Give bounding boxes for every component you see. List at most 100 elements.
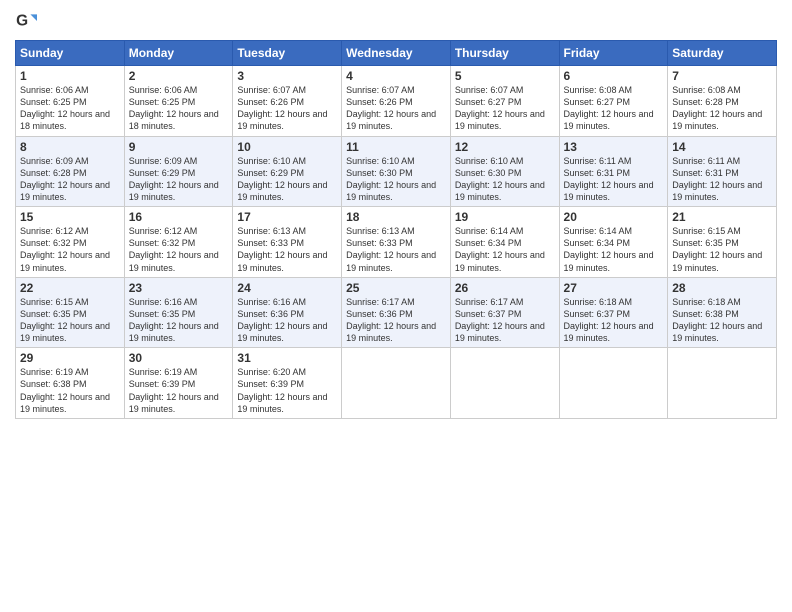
day-number: 22 <box>20 281 120 295</box>
day-info: Sunrise: 6:14 AMSunset: 6:34 PMDaylight:… <box>455 226 545 272</box>
day-info: Sunrise: 6:18 AMSunset: 6:37 PMDaylight:… <box>564 297 654 343</box>
day-info: Sunrise: 6:09 AMSunset: 6:29 PMDaylight:… <box>129 156 219 202</box>
calendar-header-row: SundayMondayTuesdayWednesdayThursdayFrid… <box>16 41 777 66</box>
day-number: 15 <box>20 210 120 224</box>
day-number: 28 <box>672 281 772 295</box>
calendar-cell: 2 Sunrise: 6:06 AMSunset: 6:25 PMDayligh… <box>124 66 233 137</box>
weekday-header-sunday: Sunday <box>16 41 125 66</box>
weekday-header-wednesday: Wednesday <box>342 41 451 66</box>
calendar-cell: 15 Sunrise: 6:12 AMSunset: 6:32 PMDaylig… <box>16 207 125 278</box>
day-number: 6 <box>564 69 664 83</box>
calendar-cell: 20 Sunrise: 6:14 AMSunset: 6:34 PMDaylig… <box>559 207 668 278</box>
calendar-cell: 27 Sunrise: 6:18 AMSunset: 6:37 PMDaylig… <box>559 277 668 348</box>
day-number: 16 <box>129 210 229 224</box>
weekday-header-monday: Monday <box>124 41 233 66</box>
day-number: 27 <box>564 281 664 295</box>
day-number: 3 <box>237 69 337 83</box>
day-number: 20 <box>564 210 664 224</box>
day-info: Sunrise: 6:10 AMSunset: 6:30 PMDaylight:… <box>455 156 545 202</box>
calendar-cell: 29 Sunrise: 6:19 AMSunset: 6:38 PMDaylig… <box>16 348 125 419</box>
weekday-header-friday: Friday <box>559 41 668 66</box>
day-number: 18 <box>346 210 446 224</box>
day-number: 13 <box>564 140 664 154</box>
day-number: 9 <box>129 140 229 154</box>
calendar-cell: 17 Sunrise: 6:13 AMSunset: 6:33 PMDaylig… <box>233 207 342 278</box>
day-info: Sunrise: 6:15 AMSunset: 6:35 PMDaylight:… <box>20 297 110 343</box>
calendar-cell <box>668 348 777 419</box>
day-number: 24 <box>237 281 337 295</box>
calendar-cell: 1 Sunrise: 6:06 AMSunset: 6:25 PMDayligh… <box>16 66 125 137</box>
day-number: 2 <box>129 69 229 83</box>
calendar-cell: 7 Sunrise: 6:08 AMSunset: 6:28 PMDayligh… <box>668 66 777 137</box>
day-number: 25 <box>346 281 446 295</box>
calendar-cell: 12 Sunrise: 6:10 AMSunset: 6:30 PMDaylig… <box>450 136 559 207</box>
day-info: Sunrise: 6:09 AMSunset: 6:28 PMDaylight:… <box>20 156 110 202</box>
day-number: 21 <box>672 210 772 224</box>
day-info: Sunrise: 6:18 AMSunset: 6:38 PMDaylight:… <box>672 297 762 343</box>
day-info: Sunrise: 6:10 AMSunset: 6:29 PMDaylight:… <box>237 156 327 202</box>
day-number: 5 <box>455 69 555 83</box>
calendar-cell: 21 Sunrise: 6:15 AMSunset: 6:35 PMDaylig… <box>668 207 777 278</box>
calendar-cell: 14 Sunrise: 6:11 AMSunset: 6:31 PMDaylig… <box>668 136 777 207</box>
day-number: 26 <box>455 281 555 295</box>
day-info: Sunrise: 6:11 AMSunset: 6:31 PMDaylight:… <box>564 156 654 202</box>
day-number: 1 <box>20 69 120 83</box>
calendar-cell: 9 Sunrise: 6:09 AMSunset: 6:29 PMDayligh… <box>124 136 233 207</box>
day-number: 30 <box>129 351 229 365</box>
day-number: 29 <box>20 351 120 365</box>
day-info: Sunrise: 6:06 AMSunset: 6:25 PMDaylight:… <box>20 85 110 131</box>
calendar-cell: 22 Sunrise: 6:15 AMSunset: 6:35 PMDaylig… <box>16 277 125 348</box>
calendar-cell: 23 Sunrise: 6:16 AMSunset: 6:35 PMDaylig… <box>124 277 233 348</box>
calendar-week-3: 15 Sunrise: 6:12 AMSunset: 6:32 PMDaylig… <box>16 207 777 278</box>
day-number: 11 <box>346 140 446 154</box>
day-number: 8 <box>20 140 120 154</box>
header: G <box>15 10 777 32</box>
weekday-header-thursday: Thursday <box>450 41 559 66</box>
calendar-cell: 3 Sunrise: 6:07 AMSunset: 6:26 PMDayligh… <box>233 66 342 137</box>
calendar-cell: 6 Sunrise: 6:08 AMSunset: 6:27 PMDayligh… <box>559 66 668 137</box>
day-info: Sunrise: 6:19 AMSunset: 6:39 PMDaylight:… <box>129 367 219 413</box>
day-number: 14 <box>672 140 772 154</box>
day-number: 10 <box>237 140 337 154</box>
day-info: Sunrise: 6:07 AMSunset: 6:26 PMDaylight:… <box>237 85 327 131</box>
day-info: Sunrise: 6:08 AMSunset: 6:28 PMDaylight:… <box>672 85 762 131</box>
calendar-cell: 26 Sunrise: 6:17 AMSunset: 6:37 PMDaylig… <box>450 277 559 348</box>
logo-icon: G <box>15 10 37 32</box>
calendar-cell <box>559 348 668 419</box>
day-info: Sunrise: 6:12 AMSunset: 6:32 PMDaylight:… <box>129 226 219 272</box>
day-info: Sunrise: 6:19 AMSunset: 6:38 PMDaylight:… <box>20 367 110 413</box>
calendar-cell: 19 Sunrise: 6:14 AMSunset: 6:34 PMDaylig… <box>450 207 559 278</box>
day-info: Sunrise: 6:11 AMSunset: 6:31 PMDaylight:… <box>672 156 762 202</box>
day-info: Sunrise: 6:12 AMSunset: 6:32 PMDaylight:… <box>20 226 110 272</box>
day-info: Sunrise: 6:16 AMSunset: 6:36 PMDaylight:… <box>237 297 327 343</box>
page: G SundayMondayTuesdayWednesdayThursdayFr… <box>0 0 792 612</box>
day-number: 31 <box>237 351 337 365</box>
day-info: Sunrise: 6:17 AMSunset: 6:36 PMDaylight:… <box>346 297 436 343</box>
svg-text:G: G <box>16 12 28 29</box>
day-info: Sunrise: 6:07 AMSunset: 6:26 PMDaylight:… <box>346 85 436 131</box>
calendar-cell: 13 Sunrise: 6:11 AMSunset: 6:31 PMDaylig… <box>559 136 668 207</box>
day-info: Sunrise: 6:13 AMSunset: 6:33 PMDaylight:… <box>237 226 327 272</box>
day-number: 19 <box>455 210 555 224</box>
calendar-week-4: 22 Sunrise: 6:15 AMSunset: 6:35 PMDaylig… <box>16 277 777 348</box>
calendar-cell: 5 Sunrise: 6:07 AMSunset: 6:27 PMDayligh… <box>450 66 559 137</box>
day-info: Sunrise: 6:13 AMSunset: 6:33 PMDaylight:… <box>346 226 436 272</box>
calendar-cell: 24 Sunrise: 6:16 AMSunset: 6:36 PMDaylig… <box>233 277 342 348</box>
day-info: Sunrise: 6:08 AMSunset: 6:27 PMDaylight:… <box>564 85 654 131</box>
calendar-week-1: 1 Sunrise: 6:06 AMSunset: 6:25 PMDayligh… <box>16 66 777 137</box>
calendar-cell: 8 Sunrise: 6:09 AMSunset: 6:28 PMDayligh… <box>16 136 125 207</box>
calendar-cell: 10 Sunrise: 6:10 AMSunset: 6:29 PMDaylig… <box>233 136 342 207</box>
day-info: Sunrise: 6:20 AMSunset: 6:39 PMDaylight:… <box>237 367 327 413</box>
day-number: 4 <box>346 69 446 83</box>
weekday-header-tuesday: Tuesday <box>233 41 342 66</box>
calendar-cell: 31 Sunrise: 6:20 AMSunset: 6:39 PMDaylig… <box>233 348 342 419</box>
calendar-cell: 30 Sunrise: 6:19 AMSunset: 6:39 PMDaylig… <box>124 348 233 419</box>
calendar-week-5: 29 Sunrise: 6:19 AMSunset: 6:38 PMDaylig… <box>16 348 777 419</box>
calendar-cell: 18 Sunrise: 6:13 AMSunset: 6:33 PMDaylig… <box>342 207 451 278</box>
day-number: 23 <box>129 281 229 295</box>
calendar-cell: 25 Sunrise: 6:17 AMSunset: 6:36 PMDaylig… <box>342 277 451 348</box>
calendar-cell <box>450 348 559 419</box>
day-info: Sunrise: 6:16 AMSunset: 6:35 PMDaylight:… <box>129 297 219 343</box>
day-info: Sunrise: 6:14 AMSunset: 6:34 PMDaylight:… <box>564 226 654 272</box>
day-info: Sunrise: 6:15 AMSunset: 6:35 PMDaylight:… <box>672 226 762 272</box>
